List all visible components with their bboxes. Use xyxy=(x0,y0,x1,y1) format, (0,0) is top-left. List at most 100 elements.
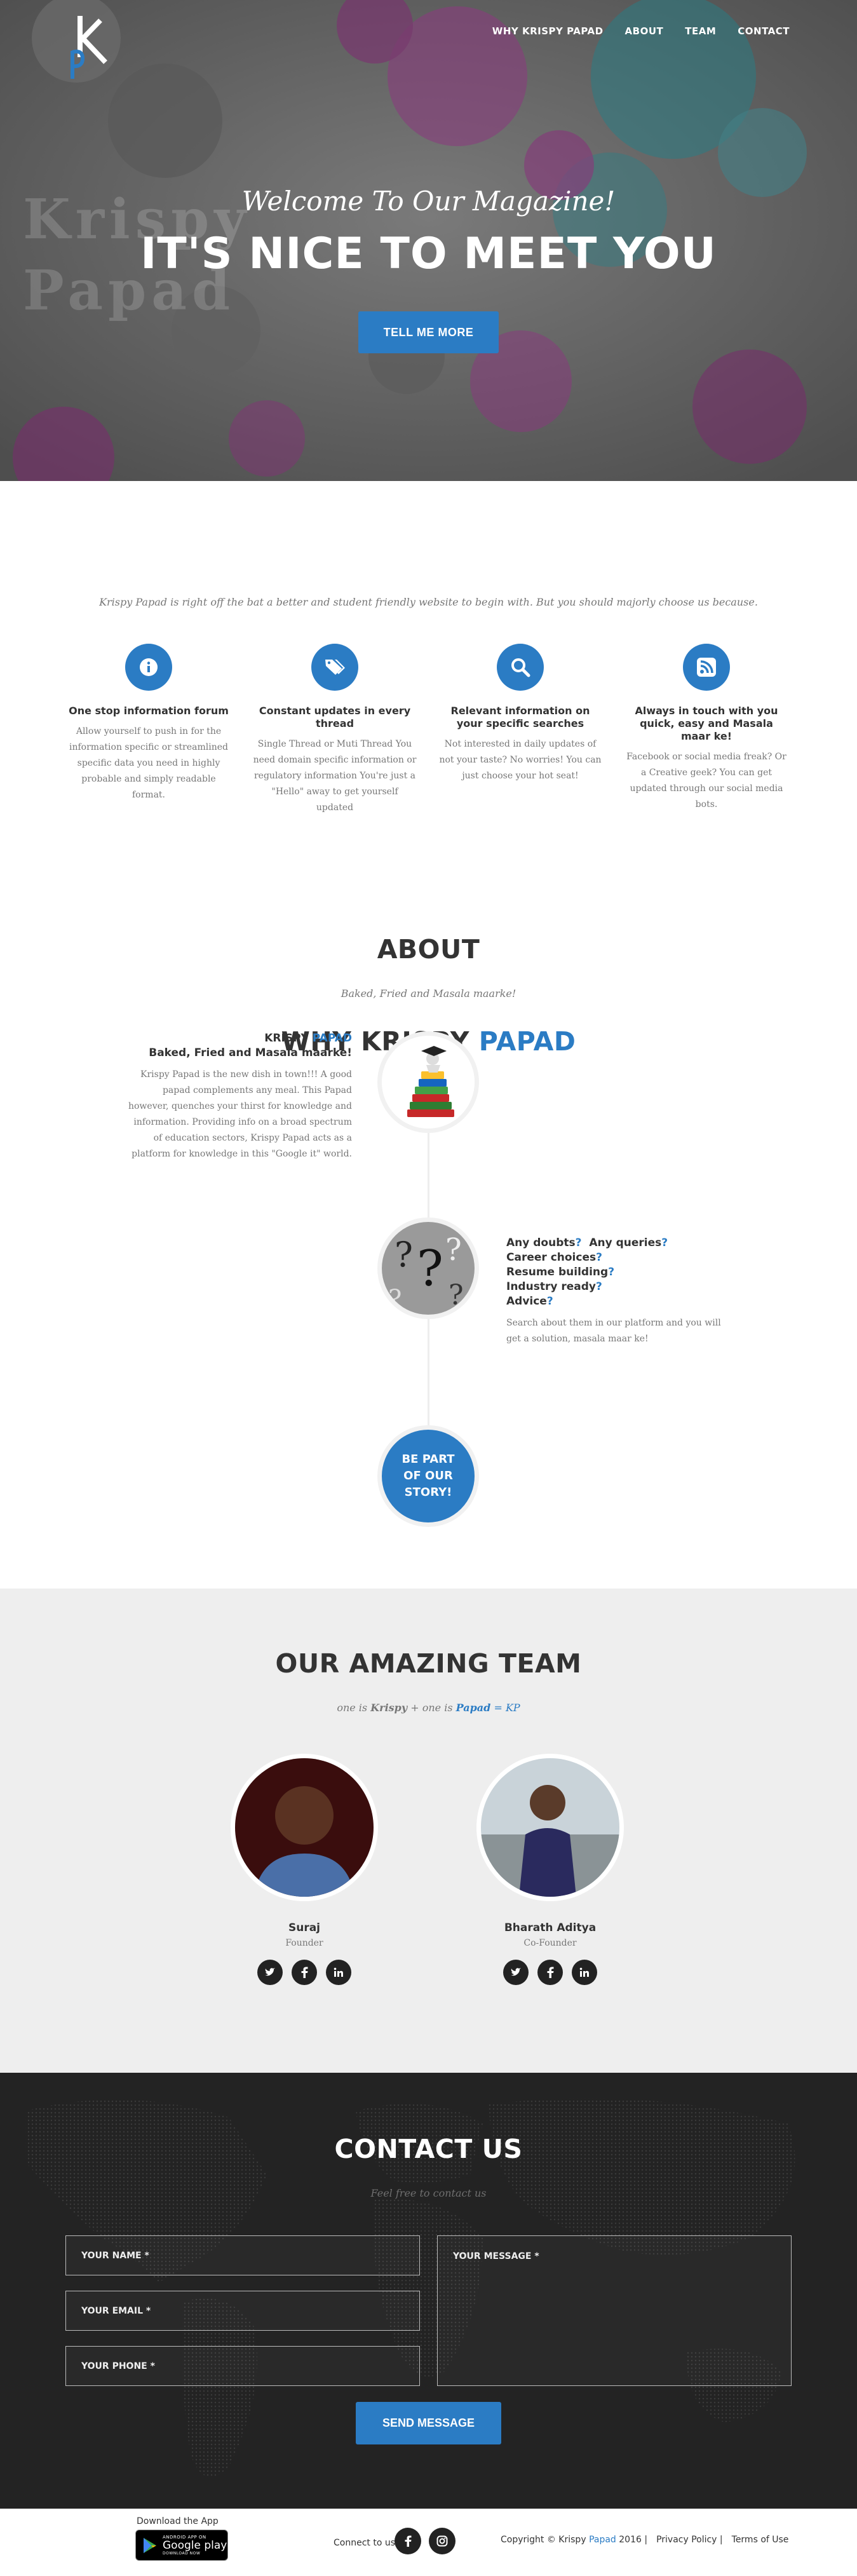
nav-about[interactable]: ABOUT xyxy=(625,25,664,37)
email-field[interactable] xyxy=(65,2291,420,2331)
svg-text:?: ? xyxy=(417,1240,443,1298)
timeline-questions: Any doubts? Any queries? Career choices?… xyxy=(506,1236,735,1309)
about-title: ABOUT xyxy=(377,934,480,965)
q-mark: ? xyxy=(661,1237,668,1249)
feature-title: Relevant information on your specific se… xyxy=(450,705,590,729)
avatar xyxy=(231,1754,378,1901)
q-any-doubts: Any doubts xyxy=(506,1237,576,1249)
team-sub-c: + one is xyxy=(410,1702,453,1714)
privacy-policy-link[interactable]: Privacy Policy | xyxy=(656,2535,723,2545)
gplay-main-text: Google play xyxy=(163,2539,227,2552)
linkedin-icon[interactable] xyxy=(572,1960,597,1985)
timeline-heading: Baked, Fried and Masala maarke! xyxy=(149,1047,352,1059)
timeline-brand: KRISPY PAPAD xyxy=(123,1031,352,1046)
member-name: Suraj xyxy=(288,1922,321,1934)
timeline-item-text: Any doubts? Any queries? Career choices?… xyxy=(506,1236,735,1347)
team-sub-a: one is xyxy=(337,1702,368,1714)
timeline-item-text: KRISPY PAPAD Baked, Fried and Masala maa… xyxy=(123,1031,352,1162)
search-icon xyxy=(497,644,544,691)
about-section: ABOUT Baked, Fried and Masala maarke! KR… xyxy=(0,864,857,1589)
question-marks-image: ? ? ? ? ? xyxy=(377,1217,479,1319)
team-title: OUR AMAZING TEAM xyxy=(275,1648,582,1679)
q-mark: ? xyxy=(595,1280,602,1293)
team-sub-papad: Papad xyxy=(455,1702,491,1714)
svg-text:?: ? xyxy=(445,1232,462,1268)
nav-team[interactable]: TEAM xyxy=(685,25,716,37)
timeline-text: Search about them in our platform and yo… xyxy=(506,1318,721,1344)
contact-section: CONTACT US Feel free to contact us SEND … xyxy=(0,2073,857,2509)
member-role: Founder xyxy=(285,1938,323,1948)
member-socials xyxy=(474,1960,626,1985)
feature-text: Allow yourself to push in for the inform… xyxy=(69,726,228,800)
team-sub-e: = KP xyxy=(494,1702,520,1714)
member-role: Co-Founder xyxy=(523,1938,577,1948)
phone-field[interactable] xyxy=(65,2346,420,2386)
story-line-2: OF OUR xyxy=(403,1469,453,1482)
svg-text:?: ? xyxy=(395,1235,413,1275)
brand-papad: PAPAD xyxy=(312,1032,352,1045)
hero-section: WHY KRISPY PAPAD ABOUT TEAM CONTACT Kris… xyxy=(0,0,857,481)
about-subtitle: Baked, Fried and Masala maarke! xyxy=(341,987,516,1000)
nav-why-krispy-papad[interactable]: WHY KRISPY PAPAD xyxy=(492,25,604,37)
feature-title: Always in touch with you quick, easy and… xyxy=(635,705,778,742)
svg-text:?: ? xyxy=(449,1279,464,1312)
feature-card: Relevant information on your specific se… xyxy=(438,644,603,784)
brand-krispy: KRISPY xyxy=(264,1032,309,1045)
contact-title: CONTACT US xyxy=(334,2134,523,2164)
timeline-text: Krispy Papad is the new dish in town!!! … xyxy=(128,1069,352,1159)
avatar xyxy=(476,1754,624,1901)
twitter-icon[interactable] xyxy=(503,1960,529,1985)
feature-card: One stop information forum Allow yoursel… xyxy=(66,644,231,803)
q-mark: ? xyxy=(575,1237,582,1249)
facebook-icon[interactable] xyxy=(537,1960,563,1985)
google-play-icon xyxy=(144,2537,156,2553)
why-section: WHY KRISPY PAPAD Krispy Papad is right o… xyxy=(0,481,857,1057)
q-mark: ? xyxy=(608,1266,615,1278)
member-name: Bharath Aditya xyxy=(504,1922,597,1934)
team-member-card: Suraj Founder xyxy=(228,1754,381,1985)
q-mark: ? xyxy=(546,1295,553,1308)
feature-text: Single Thread or Muti Thread You need do… xyxy=(253,739,417,813)
copyright-bar: Copyright © Krispy Papad 2016 | Privacy … xyxy=(501,2535,788,2545)
q-any-queries: Any queries xyxy=(589,1237,662,1249)
feature-title: One stop information forum xyxy=(69,705,229,717)
facebook-icon[interactable] xyxy=(395,2528,421,2554)
google-play-badge[interactable]: ANDROID APP ON Google play DOWNLOAD NOW xyxy=(135,2530,228,2561)
why-subtitle: Krispy Papad is right off the bat a bett… xyxy=(99,596,758,608)
facebook-icon[interactable] xyxy=(292,1960,317,1985)
name-field[interactable] xyxy=(65,2235,420,2275)
linkedin-icon[interactable] xyxy=(326,1960,351,1985)
team-sub-krispy: Krispy xyxy=(370,1702,408,1714)
q-industry-ready: Industry ready xyxy=(506,1280,596,1293)
hero-title: IT'S NICE TO MEET YOU xyxy=(140,229,717,279)
nav-contact[interactable]: CONTACT xyxy=(738,25,790,37)
member-socials xyxy=(228,1960,381,1985)
krispy-papad-logo[interactable] xyxy=(69,13,119,83)
contact-subtitle: Feel free to contact us xyxy=(370,2187,487,2199)
terms-of-use-link[interactable]: Terms of Use xyxy=(732,2535,789,2545)
q-mark: ? xyxy=(596,1251,602,1264)
svg-text:?: ? xyxy=(388,1285,402,1314)
copyright-c: 2016 | xyxy=(619,2535,648,2545)
feature-card: Constant updates in every thread Single … xyxy=(252,644,417,816)
twitter-icon[interactable] xyxy=(257,1960,283,1985)
message-field[interactable] xyxy=(437,2235,792,2386)
connect-label: Connect to us xyxy=(334,2538,396,2548)
team-member-card: Bharath Aditya Co-Founder xyxy=(474,1754,626,1985)
q-career-choices: Career choices xyxy=(506,1251,597,1264)
tell-me-more-button[interactable]: TELL ME MORE xyxy=(358,311,499,353)
graduation-books-image xyxy=(377,1031,479,1133)
team-subtitle: one is Krispy + one is Papad = KP xyxy=(0,1702,857,1714)
send-message-button[interactable]: SEND MESSAGE xyxy=(356,2402,501,2444)
team-section: OUR AMAZING TEAM one is Krispy + one is … xyxy=(0,1589,857,2073)
rss-icon xyxy=(683,644,730,691)
feature-card: Always in touch with you quick, easy and… xyxy=(624,644,789,813)
be-part-of-our-story-button[interactable]: BE PART OF OUR STORY! xyxy=(377,1425,479,1527)
feature-text: Facebook or social media freak? Or a Cre… xyxy=(626,752,786,810)
gplay-bottom-text: DOWNLOAD NOW xyxy=(163,2551,201,2556)
feature-title: Constant updates in every thread xyxy=(259,705,411,729)
instagram-icon[interactable] xyxy=(429,2528,455,2554)
info-icon xyxy=(125,644,172,691)
q-advice: Advice xyxy=(506,1295,547,1308)
hero-subtitle: Welcome To Our Magazine! xyxy=(241,186,616,217)
